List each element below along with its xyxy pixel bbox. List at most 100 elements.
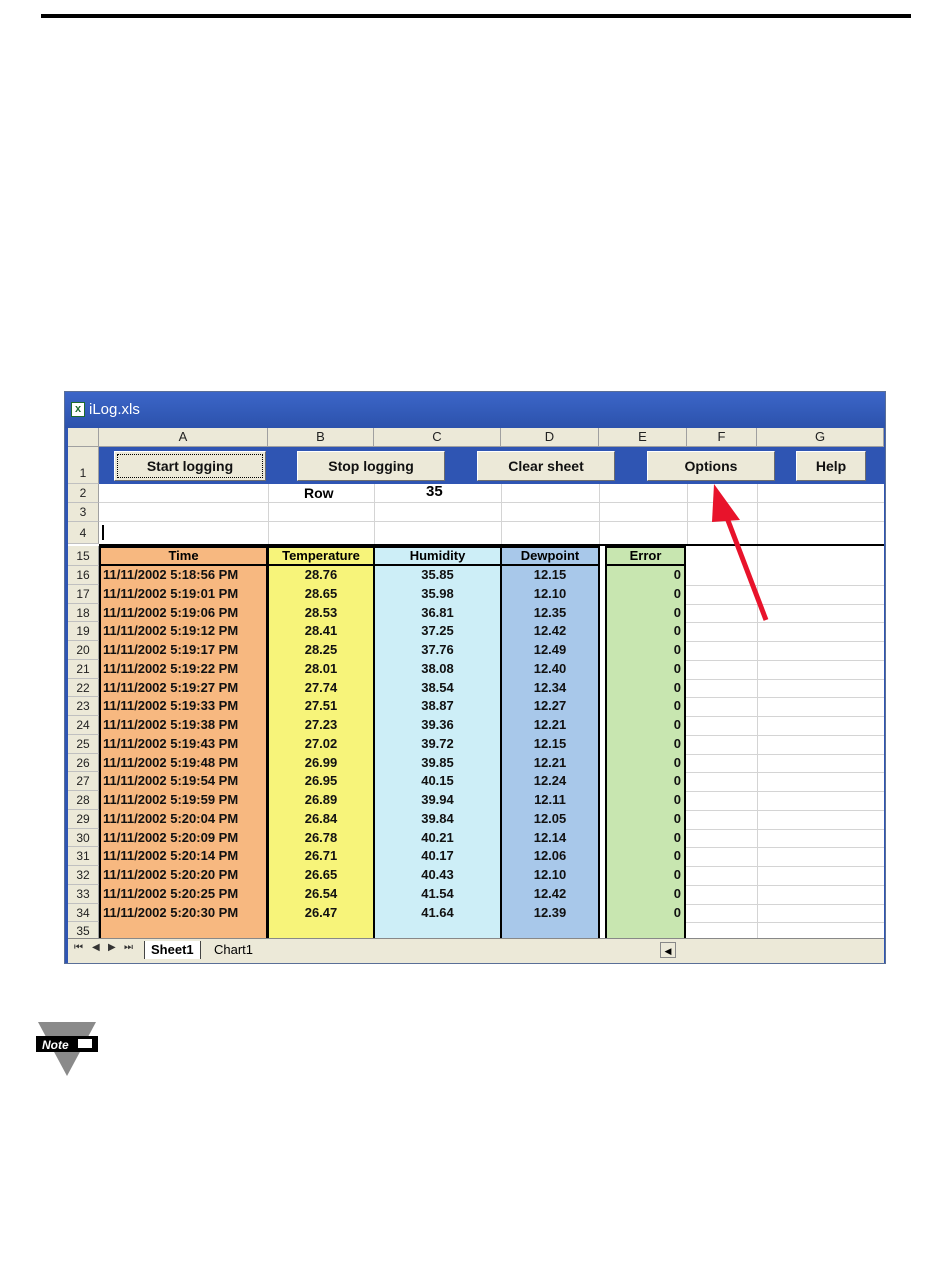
start-logging-button[interactable]: Start logging — [114, 451, 266, 481]
row-header[interactable]: 31 — [68, 847, 99, 866]
error-cell[interactable]: 0 — [607, 885, 681, 904]
time-cell[interactable]: 11/11/2002 5:20:20 PM — [103, 866, 267, 885]
humidity-cell[interactable]: 40.15 — [375, 772, 500, 791]
time-cell[interactable]: 11/11/2002 5:19:17 PM — [103, 641, 267, 660]
error-cell[interactable]: 0 — [607, 904, 681, 923]
row-header[interactable]: 33 — [68, 884, 99, 904]
humidity-cell[interactable]: 40.43 — [375, 866, 500, 885]
row-header[interactable]: 23 — [68, 697, 99, 716]
time-cell[interactable]: 11/11/2002 5:20:14 PM — [103, 847, 267, 866]
row-header[interactable]: 24 — [68, 716, 99, 735]
row-header-3[interactable]: 3 — [68, 503, 99, 522]
humidity-cell[interactable]: 38.87 — [375, 697, 500, 716]
temperature-cell[interactable]: 26.65 — [269, 866, 373, 885]
dewpoint-cell[interactable]: 12.24 — [502, 772, 598, 791]
temperature-cell[interactable]: 28.01 — [269, 660, 373, 679]
humidity-cell[interactable]: 39.85 — [375, 754, 500, 773]
row-header[interactable]: 22 — [68, 678, 99, 698]
row-header-35[interactable]: 35 — [68, 922, 99, 938]
row-header[interactable]: 28 — [68, 791, 99, 810]
row-header[interactable]: 30 — [68, 828, 99, 848]
stop-logging-button[interactable]: Stop logging — [297, 451, 445, 481]
humidity-cell[interactable]: 37.76 — [375, 641, 500, 660]
row-header[interactable]: 34 — [68, 903, 99, 923]
error-cell[interactable]: 0 — [607, 566, 681, 585]
error-cell[interactable]: 0 — [607, 585, 681, 604]
dewpoint-cell[interactable]: 12.34 — [502, 679, 598, 698]
time-cell[interactable]: 11/11/2002 5:19:38 PM — [103, 716, 267, 735]
tab-chart1[interactable]: Chart1 — [214, 941, 253, 959]
temperature-cell[interactable]: 28.65 — [269, 585, 373, 604]
dewpoint-cell[interactable]: 12.10 — [502, 585, 598, 604]
row-header[interactable]: 20 — [68, 641, 99, 660]
row-header[interactable]: 18 — [68, 603, 99, 623]
temperature-cell[interactable]: 28.41 — [269, 622, 373, 641]
error-cell[interactable]: 0 — [607, 866, 681, 885]
error-cell[interactable]: 0 — [607, 847, 681, 866]
dewpoint-cell[interactable]: 12.15 — [502, 566, 598, 585]
temperature-cell[interactable]: 27.23 — [269, 716, 373, 735]
row-header-1[interactable]: 1 — [68, 447, 99, 484]
dewpoint-cell[interactable]: 12.40 — [502, 660, 598, 679]
row-header-15[interactable]: 15 — [68, 546, 99, 566]
first-sheet-icon[interactable]: ⏮ — [74, 942, 83, 953]
row-header[interactable]: 16 — [68, 566, 99, 585]
row-header[interactable]: 32 — [68, 866, 99, 885]
error-cell[interactable]: 0 — [607, 641, 681, 660]
dewpoint-cell[interactable]: 12.21 — [502, 716, 598, 735]
column-header-c[interactable]: C — [374, 428, 501, 447]
time-cell[interactable]: 11/11/2002 5:19:43 PM — [103, 735, 267, 754]
error-cell[interactable]: 0 — [607, 791, 681, 810]
row-header-4[interactable]: 4 — [68, 522, 99, 544]
error-cell[interactable]: 0 — [607, 679, 681, 698]
temperature-cell[interactable]: 27.02 — [269, 735, 373, 754]
error-cell[interactable]: 0 — [607, 735, 681, 754]
time-cell[interactable]: 11/11/2002 5:19:33 PM — [103, 697, 267, 716]
time-cell[interactable]: 11/11/2002 5:19:12 PM — [103, 622, 267, 641]
dewpoint-cell[interactable]: 12.39 — [502, 904, 598, 923]
humidity-cell[interactable]: 37.25 — [375, 622, 500, 641]
temperature-cell[interactable]: 26.84 — [269, 810, 373, 829]
dewpoint-cell[interactable]: 12.35 — [502, 604, 598, 623]
prev-sheet-icon[interactable]: ◀ — [92, 942, 100, 953]
humidity-cell[interactable]: 39.94 — [375, 791, 500, 810]
humidity-cell[interactable]: 39.72 — [375, 735, 500, 754]
dewpoint-cell[interactable]: 12.42 — [502, 622, 598, 641]
row-header[interactable]: 27 — [68, 772, 99, 791]
temperature-cell[interactable]: 26.54 — [269, 885, 373, 904]
column-header-a[interactable]: A — [99, 428, 268, 447]
time-cell[interactable]: 11/11/2002 5:19:01 PM — [103, 585, 267, 604]
temperature-cell[interactable]: 26.78 — [269, 829, 373, 848]
humidity-cell[interactable]: 39.84 — [375, 810, 500, 829]
humidity-cell[interactable]: 40.17 — [375, 847, 500, 866]
dewpoint-cell[interactable]: 12.49 — [502, 641, 598, 660]
time-cell[interactable]: 11/11/2002 5:18:56 PM — [103, 566, 267, 585]
row-header[interactable]: 21 — [68, 659, 99, 679]
row-header-2[interactable]: 2 — [68, 484, 99, 503]
last-sheet-icon[interactable]: ⏭ — [124, 942, 133, 953]
humidity-cell[interactable]: 40.21 — [375, 829, 500, 848]
temperature-cell[interactable]: 28.76 — [269, 566, 373, 585]
clear-sheet-button[interactable]: Clear sheet — [477, 451, 615, 481]
error-cell[interactable]: 0 — [607, 829, 681, 848]
time-cell[interactable]: 11/11/2002 5:20:25 PM — [103, 885, 267, 904]
error-cell[interactable]: 0 — [607, 754, 681, 773]
column-header-e[interactable]: E — [599, 428, 687, 447]
dewpoint-cell[interactable]: 12.27 — [502, 697, 598, 716]
dewpoint-cell[interactable]: 12.05 — [502, 810, 598, 829]
error-cell[interactable]: 0 — [607, 716, 681, 735]
humidity-cell[interactable]: 41.54 — [375, 885, 500, 904]
temperature-cell[interactable]: 27.51 — [269, 697, 373, 716]
error-cell[interactable]: 0 — [607, 810, 681, 829]
row-header[interactable]: 17 — [68, 584, 99, 604]
humidity-cell[interactable]: 38.54 — [375, 679, 500, 698]
dewpoint-cell[interactable]: 12.11 — [502, 791, 598, 810]
tab-sheet1[interactable]: Sheet1 — [144, 941, 201, 959]
column-header-f[interactable]: F — [687, 428, 757, 447]
scroll-left-icon[interactable]: ◀ — [660, 942, 676, 958]
error-cell[interactable]: 0 — [607, 604, 681, 623]
row-header[interactable]: 26 — [68, 753, 99, 773]
error-cell[interactable]: 0 — [607, 660, 681, 679]
temperature-cell[interactable]: 27.74 — [269, 679, 373, 698]
humidity-cell[interactable]: 39.36 — [375, 716, 500, 735]
